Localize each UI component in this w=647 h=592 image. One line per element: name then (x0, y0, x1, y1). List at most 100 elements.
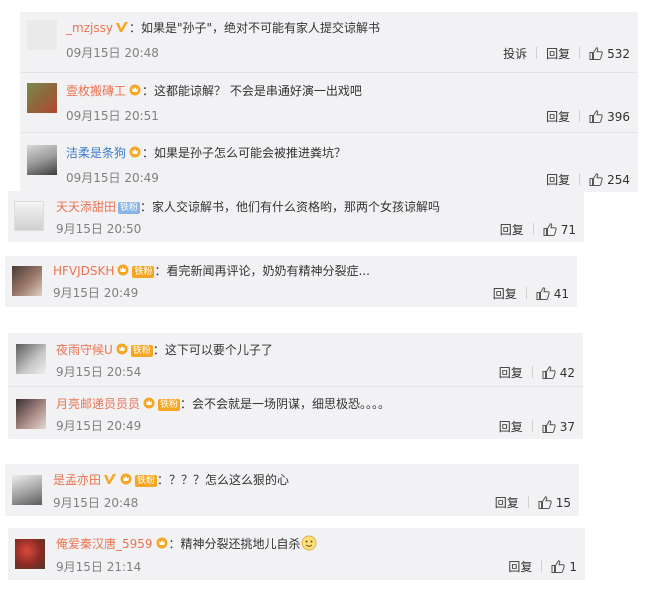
reply-button[interactable]: 回复 (546, 109, 570, 125)
username[interactable]: 天天添甜田 (56, 200, 116, 214)
fan-badge: 铁粉 (135, 475, 158, 487)
comment-actions: 回复 1 (508, 559, 577, 575)
like-count: 41 (553, 287, 569, 301)
avatar[interactable] (12, 266, 42, 296)
comment-card: 天天添甜田 铁粉 ：家人交谅解书，他们有什么资格哟，那两个女孩谅解吗 9月15日 2… (8, 191, 584, 242)
comment-time: 9月15日 20:49 (53, 286, 139, 300)
comment-item: 壹枚搬磚工 ：这都能谅解？ 不会是串通好演一出戏吧 09月15日 20:51 回复… (20, 72, 638, 133)
comment-card: 俺爱秦汉唐_5959 ：精神分裂还挑地儿自杀 9月15日 21:14 回复 1 (8, 528, 585, 580)
fan-badge: 铁粉 (130, 345, 153, 357)
comment-actions: 回复 15 (495, 495, 571, 511)
comment-text: ：？？？怎么这么狠的心 (157, 473, 290, 487)
username[interactable]: 洁柔是条狗 (66, 146, 126, 160)
like-count: 254 (607, 173, 630, 187)
comment-text: ：精神分裂还挑地儿自杀 (168, 537, 301, 551)
reply-button[interactable]: 回复 (508, 559, 532, 575)
vip-crown-icon (116, 343, 128, 355)
avatar[interactable] (12, 475, 42, 505)
thumbs-up-icon (589, 173, 603, 186)
thumbs-up-icon (551, 560, 566, 573)
comment-card: 夜雨守候U 铁粉 ：这下可以要个儿子了 9月15日 20:54 回复 42 月亮邮递员… (8, 333, 583, 439)
avatar[interactable] (27, 83, 57, 113)
username[interactable]: _mzjssy (66, 21, 113, 35)
username[interactable]: 壹枚搬磚工 (66, 84, 126, 98)
avatar[interactable] (27, 145, 57, 175)
comment-card-top: _mzjssy ：如果是"孙子"，绝对不可能有家人提交谅解书 09月15日 20:… (20, 12, 638, 192)
vip-crown-icon (143, 397, 155, 409)
thumbs-up-icon (589, 47, 603, 60)
divider (527, 496, 529, 508)
reply-button[interactable]: 回复 (495, 495, 519, 511)
comment-card: HFVJDSKH 铁粉 ：看完新闻再评论，奶奶有精神分裂症... 9月15日 20:… (5, 256, 577, 307)
comment-actions: 投诉 回复 532 (503, 46, 630, 62)
divider (532, 223, 534, 235)
reply-button[interactable]: 回复 (546, 172, 570, 188)
username[interactable]: 俺爱秦汉唐_5959 (56, 537, 153, 551)
comment-item: _mzjssy ：如果是"孙子"，绝对不可能有家人提交谅解书 09月15日 20:… (20, 12, 638, 72)
like-button[interactable]: 37 (542, 419, 575, 435)
username[interactable]: 月亮邮递员员员 (56, 397, 140, 411)
comment-time: 9月15日 20:48 (53, 496, 139, 510)
vip-crown-icon (129, 84, 141, 96)
reply-button[interactable]: 回复 (500, 222, 524, 238)
avatar[interactable] (27, 20, 57, 50)
reply-button[interactable]: 回复 (493, 286, 517, 302)
avatar[interactable] (15, 539, 45, 569)
thumbs-up-icon (542, 366, 556, 379)
like-count: 1 (569, 560, 577, 574)
divider (536, 47, 538, 59)
thumbs-up-icon (536, 287, 550, 300)
comment-text: ：如果是孙子怎么可能会被推进粪坑？ (142, 146, 347, 160)
like-button[interactable]: 15 (538, 495, 571, 511)
thumbs-up-icon (542, 420, 556, 433)
comment-time: 09月15日 20:48 (66, 46, 159, 60)
report-button[interactable]: 投诉 (503, 46, 527, 62)
vip-crown-icon (156, 537, 168, 549)
divider (579, 110, 581, 122)
vip-crown-icon (129, 146, 141, 158)
like-count: 71 (560, 223, 576, 237)
comment-time: 9月15日 20:49 (56, 419, 142, 433)
like-count: 37 (559, 420, 575, 434)
like-button[interactable]: 42 (542, 365, 575, 381)
reply-button[interactable]: 回复 (499, 419, 523, 435)
comment-actions: 回复 254 (546, 172, 630, 188)
comment-actions: 回复 396 (546, 109, 630, 125)
thumbs-up-icon (543, 223, 557, 236)
avatar[interactable] (14, 201, 44, 231)
thumbs-up-icon (538, 496, 552, 509)
comment-time: 9月15日 20:50 (56, 222, 142, 236)
fan-badge: 铁粉 (158, 399, 181, 411)
like-count: 532 (607, 47, 630, 61)
username[interactable]: 夜雨守候U (56, 343, 113, 357)
like-button[interactable]: 396 (589, 109, 630, 125)
like-button[interactable]: 1 (551, 559, 577, 575)
comment-actions: 回复 42 (499, 365, 575, 381)
like-count: 42 (559, 366, 575, 380)
like-button[interactable]: 71 (543, 222, 576, 238)
smiley-emoji-icon (301, 535, 317, 551)
fan-badge: 铁粉 (118, 202, 141, 214)
like-button[interactable]: 532 (589, 46, 630, 62)
comment-actions: 回复 71 (500, 222, 576, 238)
divider (525, 287, 527, 299)
divider (531, 420, 533, 432)
comment-text: ：家人交谅解书，他们有什么资格哟，那两个女孩谅解吗 (140, 200, 441, 214)
avatar[interactable] (16, 344, 46, 374)
thumbs-up-icon (589, 110, 603, 123)
reply-button[interactable]: 回复 (499, 365, 523, 381)
avatar[interactable] (16, 399, 46, 429)
like-button[interactable]: 41 (536, 286, 569, 302)
reply-button[interactable]: 回复 (546, 46, 570, 62)
like-button[interactable]: 254 (589, 172, 630, 188)
username[interactable]: 是孟亦田 (53, 473, 101, 487)
comment-item: 夜雨守候U 铁粉 ：这下可以要个儿子了 9月15日 20:54 回复 42 (8, 333, 583, 386)
vip-crown-icon (120, 473, 132, 485)
comment-item: 月亮邮递员员员 铁粉 ：会不会就是一场阴谋，细思极恐。。。。 9月15日 20:49… (8, 386, 583, 440)
username[interactable]: HFVJDSKH (53, 264, 114, 278)
vip-crown-icon (117, 264, 129, 276)
verified-v-icon (104, 474, 117, 484)
divider (579, 47, 581, 59)
comment-actions: 回复 37 (499, 419, 575, 435)
like-count: 396 (607, 110, 630, 124)
